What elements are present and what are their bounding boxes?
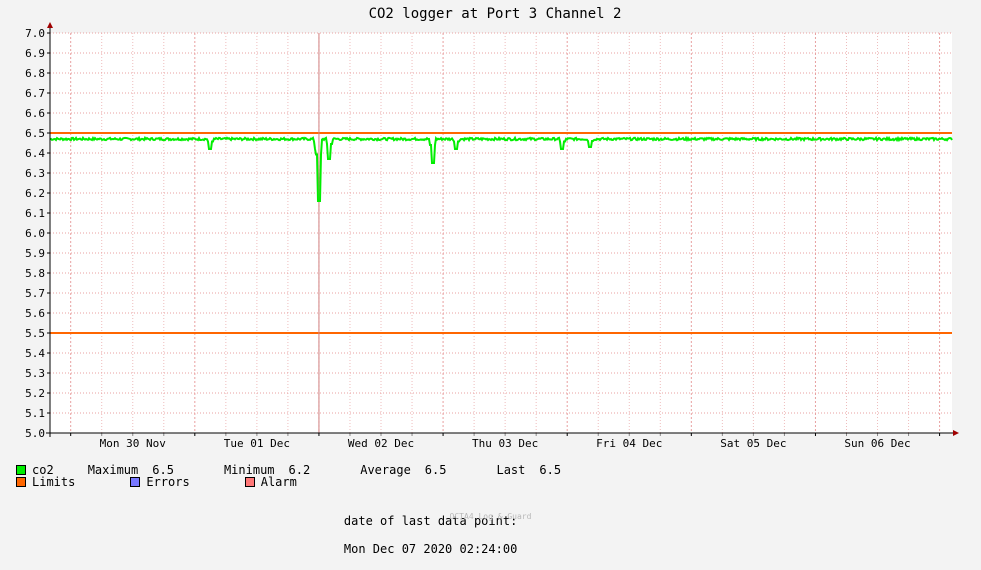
errors-swatch xyxy=(130,477,141,487)
y-tick-label: 5.0 xyxy=(25,427,45,440)
last-point-value: Mon Dec 07 2020 02:24:00 xyxy=(343,542,518,556)
limits-swatch xyxy=(16,477,26,487)
x-tick-label: Sun 06 Dec xyxy=(844,437,910,450)
average-label: Average xyxy=(360,463,411,477)
legend-errors-label: Errors xyxy=(146,475,190,489)
chart-window: CO2 logger at Port 3 Channel 2 7.0 6.9 6.8… xyxy=(0,0,981,556)
legend-alarm-label: Alarm xyxy=(260,475,297,489)
last-label: Last xyxy=(496,463,526,477)
y-axis-arrow xyxy=(47,22,53,28)
y-tick-label: 6.0 xyxy=(25,227,45,240)
y-tick-label: 5.7 xyxy=(25,287,45,300)
y-tick-label: 6.1 xyxy=(25,207,45,220)
y-tick-label: 5.2 xyxy=(25,387,45,400)
y-tick-label: 7.0 xyxy=(25,27,45,40)
x-tick-label: Wed 02 Dec xyxy=(348,437,414,450)
y-tick-label: 6.8 xyxy=(25,67,45,80)
y-tick-label: 6.3 xyxy=(25,167,45,180)
x-tick-label: Tue 01 Dec xyxy=(224,437,290,450)
y-tick-label: 5.1 xyxy=(25,407,45,420)
x-tick-label: Thu 03 Dec xyxy=(472,437,538,450)
y-tick-label: 5.6 xyxy=(25,307,45,320)
chart-title: CO2 logger at Port 3 Channel 2 xyxy=(369,6,622,22)
y-tick-label: 5.4 xyxy=(25,347,45,360)
y-tick-label: 6.2 xyxy=(25,187,45,200)
x-axis-arrow xyxy=(953,430,959,436)
legend-row-limits: Limits Errors Alarm xyxy=(16,476,297,488)
alarm-swatch xyxy=(244,477,255,487)
last-data-point: date of last data point: Mon Dec 07 2020… xyxy=(315,500,517,570)
x-tick-label: Fri 04 Dec xyxy=(596,437,662,450)
credit-watermark: OCTA4 Log & Guard xyxy=(449,512,532,521)
y-tick-label: 6.6 xyxy=(25,107,45,120)
average-value: 6.5 xyxy=(424,463,447,477)
x-tick-label: Mon 30 Nov xyxy=(100,437,167,450)
last-value: 6.5 xyxy=(539,463,562,477)
y-tick-label: 6.9 xyxy=(25,47,45,60)
y-tick-label: 5.9 xyxy=(25,247,45,260)
y-tick-label: 5.8 xyxy=(25,267,45,280)
chart-svg: CO2 logger at Port 3 Channel 2 7.0 6.9 6.8… xyxy=(25,6,959,450)
co2-swatch xyxy=(16,465,26,475)
y-tick-label: 6.7 xyxy=(25,87,45,100)
y-axis-ticks: 7.0 6.9 6.8 6.7 6.6 6.5 6.4 6.3 6.2 6.1 6.0 5.9 5.8 5… xyxy=(25,27,50,440)
y-tick-label: 5.3 xyxy=(25,367,45,380)
y-tick-label: 6.4 xyxy=(25,147,45,160)
legend-limits-label: Limits xyxy=(32,475,76,489)
y-tick-label: 6.5 xyxy=(25,127,45,140)
x-axis-ticks: Mon 30 Nov Tue 01 Dec Wed 02 Dec Thu 03 Dec… xyxy=(70,433,941,450)
y-tick-label: 5.5 xyxy=(25,327,45,340)
maximum-label: Maximum xyxy=(87,463,139,477)
x-tick-label: Sat 05 Dec xyxy=(720,437,786,450)
